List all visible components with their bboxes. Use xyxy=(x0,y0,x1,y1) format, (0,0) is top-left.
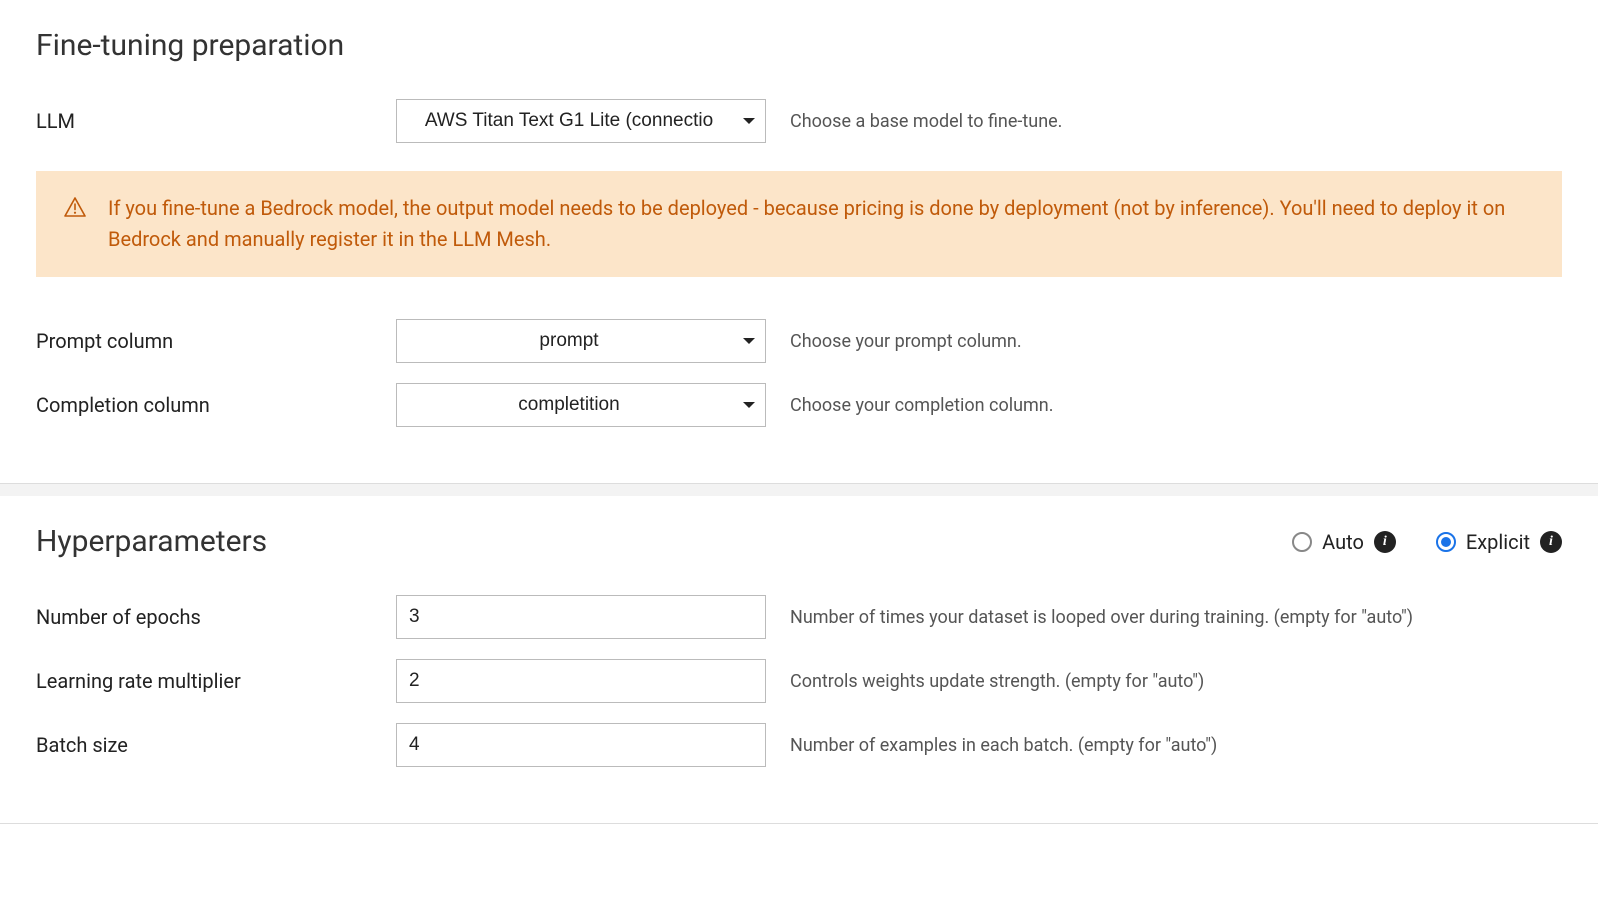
section-title-finetuning: Fine-tuning preparation xyxy=(36,28,1562,63)
completion-column-select[interactable]: completition xyxy=(396,383,766,427)
fine-tuning-preparation-section: Fine-tuning preparation LLM AWS Titan Te… xyxy=(0,0,1598,484)
prompt-column-help: Choose your prompt column. xyxy=(790,331,1022,352)
mode-auto-label: Auto xyxy=(1322,530,1364,554)
mode-explicit-radio[interactable]: Explicit i xyxy=(1436,530,1562,554)
info-icon[interactable]: i xyxy=(1540,531,1562,553)
prompt-column-row: Prompt column prompt Choose your prompt … xyxy=(36,319,1562,363)
completion-column-label: Completion column xyxy=(36,393,396,417)
lr-multiplier-input[interactable] xyxy=(396,659,766,703)
lr-multiplier-help: Controls weights update strength. (empty… xyxy=(790,671,1204,692)
completion-column-row: Completion column completition Choose yo… xyxy=(36,383,1562,427)
hyperparameters-mode-radio-group: Auto i Explicit i xyxy=(1292,530,1562,554)
lr-multiplier-row: Learning rate multiplier Controls weight… xyxy=(36,659,1562,703)
epochs-help: Number of times your dataset is looped o… xyxy=(790,607,1413,628)
llm-label: LLM xyxy=(36,109,396,133)
batch-size-label: Batch size xyxy=(36,733,396,757)
prompt-column-select[interactable]: prompt xyxy=(396,319,766,363)
epochs-input[interactable] xyxy=(396,595,766,639)
radio-icon xyxy=(1292,532,1312,552)
mode-auto-radio[interactable]: Auto i xyxy=(1292,530,1396,554)
lr-multiplier-label: Learning rate multiplier xyxy=(36,669,396,693)
info-icon[interactable]: i xyxy=(1374,531,1396,553)
completion-column-help: Choose your completion column. xyxy=(790,395,1054,416)
bedrock-warning-text: If you fine-tune a Bedrock model, the ou… xyxy=(108,193,1534,255)
hyperparameters-section: Hyperparameters Auto i Explicit i Number… xyxy=(0,484,1598,824)
radio-icon xyxy=(1436,532,1456,552)
epochs-label: Number of epochs xyxy=(36,605,396,629)
batch-size-row: Batch size Number of examples in each ba… xyxy=(36,723,1562,767)
mode-explicit-label: Explicit xyxy=(1466,530,1530,554)
llm-select[interactable]: AWS Titan Text G1 Lite (connectio xyxy=(396,99,766,143)
llm-row: LLM AWS Titan Text G1 Lite (connectio Ch… xyxy=(36,99,1562,143)
prompt-column-label: Prompt column xyxy=(36,329,396,353)
epochs-row: Number of epochs Number of times your da… xyxy=(36,595,1562,639)
warning-icon xyxy=(64,197,86,222)
batch-size-input[interactable] xyxy=(396,723,766,767)
batch-size-help: Number of examples in each batch. (empty… xyxy=(790,735,1217,756)
llm-help: Choose a base model to fine-tune. xyxy=(790,111,1062,132)
bedrock-warning-alert: If you fine-tune a Bedrock model, the ou… xyxy=(36,171,1562,277)
section-title-hyperparameters: Hyperparameters xyxy=(36,524,267,559)
